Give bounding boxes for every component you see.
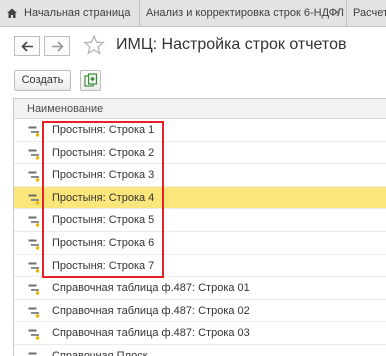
- row-label: Справочная таблица ф.487: Строка 03: [52, 327, 250, 340]
- tab-home-label: Начальная страница: [24, 7, 131, 19]
- tab-analysis-label: Анализ и корректировка строк 6-НДФЛ: [146, 7, 345, 19]
- row-item-icon: [28, 149, 40, 160]
- table-row-selected[interactable]: Простыня: Строка 4: [14, 186, 386, 210]
- table-row[interactable]: Справочная таблица ф.487: Строка 02: [14, 300, 386, 323]
- row-item-icon: [28, 194, 40, 205]
- copy-icon: [84, 73, 98, 87]
- tab-bar: Начальная страница Анализ и корректировк…: [0, 0, 386, 27]
- table-row[interactable]: Справочная таблица ф.487: Строка 01: [14, 277, 386, 300]
- column-header-name[interactable]: Наименование: [14, 99, 386, 119]
- row-label: Справочная Плоск: [52, 349, 148, 356]
- home-icon: [7, 8, 17, 19]
- tab-calculation-label: Расчет: [353, 7, 386, 19]
- star-icon[interactable]: [83, 34, 105, 56]
- row-label: Простыня: Строка 4: [52, 191, 155, 204]
- table-row[interactable]: Справочная Плоск: [14, 345, 386, 356]
- row-item-icon: [28, 216, 40, 228]
- row-label: Простыня: Строка 5: [52, 214, 155, 227]
- back-button[interactable]: [14, 36, 40, 56]
- page-title: ИМЦ: Настройка строк отчетов: [116, 36, 347, 53]
- table-row[interactable]: Справочная таблица ф.487: Строка 03: [14, 322, 386, 345]
- create-button[interactable]: Создать: [14, 70, 71, 91]
- row-item-icon: [28, 262, 40, 273]
- table-row[interactable]: Простыня: Строка 3: [14, 164, 386, 187]
- row-label: Простыня: Строка 7: [52, 259, 155, 272]
- tab-home[interactable]: Начальная страница: [0, 0, 140, 26]
- row-item-icon: [28, 126, 40, 137]
- table-row[interactable]: Простыня: Строка 2: [14, 142, 386, 165]
- table-row[interactable]: Простыня: Строка 7: [14, 255, 386, 278]
- row-label: Простыня: Строка 1: [52, 124, 155, 136]
- row-item-icon: [28, 171, 40, 182]
- table-row[interactable]: Простыня: Строка 5: [14, 209, 386, 232]
- row-label: Справочная таблица ф.487: Строка 01: [52, 282, 250, 295]
- close-icon[interactable]: ×: [334, 0, 340, 26]
- row-item-icon: [28, 307, 40, 318]
- row-item-icon: [28, 239, 40, 250]
- row-item-icon: [28, 352, 37, 355]
- tab-analysis[interactable]: Анализ и корректировка строк 6-НДФЛ ×: [140, 0, 347, 26]
- row-item-icon: [28, 329, 40, 341]
- copy-button[interactable]: [80, 70, 101, 91]
- forward-arrow-icon: [52, 41, 64, 52]
- back-arrow-icon: [21, 41, 33, 52]
- list-table: Наименование Простыня: Строка 1 Простыня…: [13, 98, 386, 356]
- row-item-icon: [28, 284, 40, 295]
- row-label: Простыня: Строка 3: [52, 169, 155, 182]
- tab-calculation[interactable]: Расчет: [347, 0, 386, 26]
- table-row[interactable]: Простыня: Строка 1: [14, 119, 386, 142]
- row-label: Простыня: Строка 2: [52, 146, 155, 159]
- forward-button[interactable]: [44, 36, 70, 56]
- row-label: Простыня: Строка 6: [52, 236, 155, 249]
- table-row[interactable]: Простыня: Строка 6: [14, 232, 386, 255]
- row-label: Справочная таблица ф.487: Строка 02: [52, 304, 250, 317]
